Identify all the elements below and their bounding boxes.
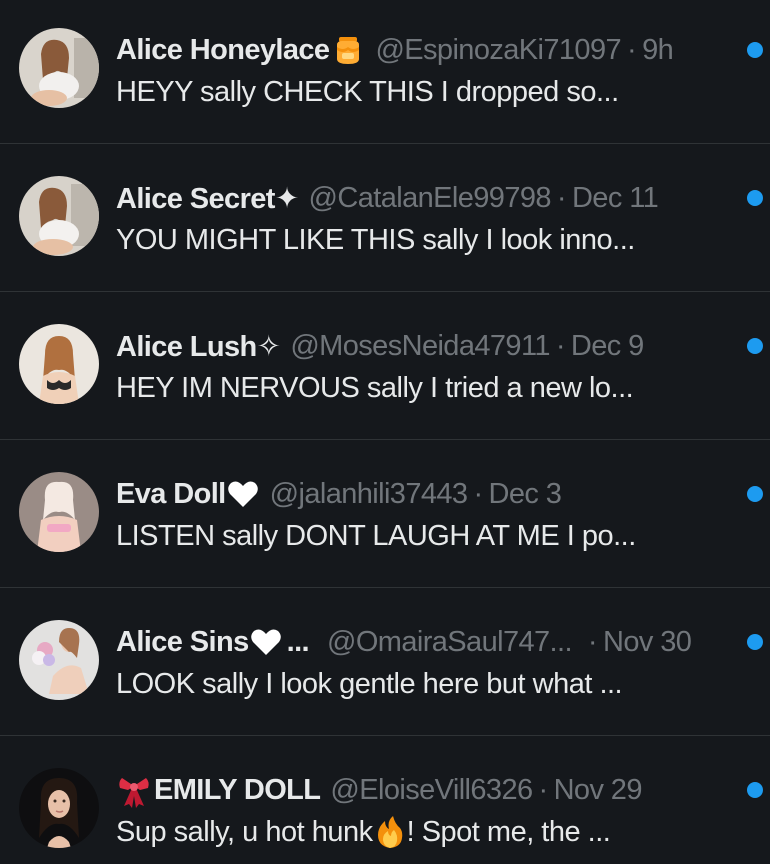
message-preview: HEYY sally CHECK THIS I dropped so... (116, 72, 730, 112)
conversation-header: EMILY DOLL @EloiseVill6326 · Nov 29 (116, 770, 730, 810)
message-preview: LOOK sally I look gentle here but what .… (116, 664, 730, 704)
user-handle: @MosesNeida47911 (290, 329, 550, 362)
display-name: Alice Honeylace (116, 33, 330, 66)
conversation-header: Alice Sins ... @OmairaSaul747... · Nov 3… (116, 622, 750, 662)
conversation-row[interactable]: Alice Secret✦ @CatalanEle99798 · Dec 11 … (0, 144, 770, 292)
message-preview-text-end: ! Spot me, the ... (406, 815, 611, 848)
unread-indicator (747, 42, 763, 58)
white-heart-icon (226, 477, 260, 511)
timestamp: Nov 29 (553, 773, 643, 806)
separator-dot: · (473, 477, 483, 510)
conversation-header: Alice Lush✧ @MosesNeida47911 · Dec 9 (116, 326, 730, 366)
unread-indicator (747, 634, 763, 650)
message-preview-text: HEY IM NERVOUS sally I tried a new lo... (116, 371, 634, 404)
conversation-header: Alice Honeylace @EspinozaKi71097 · 9h (116, 30, 730, 70)
conversation-header: Alice Secret✦ @CatalanEle99798 · Dec 11 (116, 178, 730, 218)
separator-dot: · (627, 33, 637, 66)
white-heart-icon (249, 625, 283, 659)
separator-dot: · (538, 773, 549, 806)
display-name: EMILY DOLL (154, 773, 321, 806)
separator-dot: · (556, 181, 567, 214)
user-handle: @jalanhili37443 (269, 477, 468, 510)
conversation-row[interactable]: Alice Honeylace @EspinozaKi71097 · 9h HE… (0, 0, 770, 144)
conversation-row[interactable]: Eva Doll @jalanhili37443 · Dec 3 LISTEN … (0, 440, 770, 588)
user-handle: @EspinozaKi71097 (375, 33, 622, 66)
user-handle: @CatalanEle99798 (308, 181, 552, 214)
unread-indicator (747, 486, 763, 502)
unread-indicator (747, 190, 763, 206)
user-handle: @EloiseVill6326 (330, 773, 533, 806)
display-name: Alice Lush✧ (116, 330, 281, 363)
avatar[interactable] (19, 768, 99, 848)
display-name-truncation: ... (286, 625, 310, 658)
message-preview-text: YOU MIGHT LIKE THIS sally I look inno... (116, 223, 635, 256)
timestamp: Dec 9 (570, 329, 644, 362)
separator-dot: · (555, 329, 566, 362)
unread-indicator (747, 782, 763, 798)
avatar[interactable] (19, 28, 99, 108)
avatar[interactable] (19, 324, 99, 404)
fire-icon (373, 815, 407, 849)
avatar[interactable] (19, 472, 99, 552)
conversation-row[interactable]: EMILY DOLL @EloiseVill6326 · Nov 29 Sup … (0, 736, 770, 864)
message-preview: LISTEN sally DONT LAUGH AT ME I po... (116, 516, 730, 556)
message-preview: HEY IM NERVOUS sally I tried a new lo... (116, 368, 730, 408)
message-preview-text: HEYY sally CHECK THIS I dropped so... (116, 75, 619, 108)
message-preview-text-start: Sup sally, u hot hunk (116, 815, 373, 848)
display-name: Eva Doll (116, 477, 226, 510)
display-name: Alice Sins (116, 625, 249, 658)
conversation-header: Eva Doll @jalanhili37443 · Dec 3 (116, 474, 730, 514)
timestamp: Nov 30 (602, 625, 692, 658)
timestamp: Dec 11 (571, 181, 659, 214)
conversation-row[interactable]: Alice Sins ... @OmairaSaul747... · Nov 3… (0, 588, 770, 736)
separator-dot: · (587, 625, 598, 658)
unread-indicator (747, 338, 763, 354)
timestamp: Dec 3 (488, 477, 562, 510)
display-name: Alice Secret✦ (116, 182, 299, 215)
avatar[interactable] (19, 620, 99, 700)
ribbon-icon (116, 772, 152, 808)
user-handle: @OmairaSaul747... (327, 625, 573, 658)
conversation-row[interactable]: Alice Lush✧ @MosesNeida47911 · Dec 9 HEY… (0, 292, 770, 440)
message-preview-text: LOOK sally I look gentle here but what .… (116, 667, 623, 700)
avatar[interactable] (19, 176, 99, 256)
message-preview-text: LISTEN sally DONT LAUGH AT ME I po... (116, 519, 636, 552)
conversation-list: Alice Honeylace @EspinozaKi71097 · 9h HE… (0, 0, 770, 864)
message-preview: Sup sally, u hot hunk ! Spot me, the ... (116, 812, 730, 852)
message-preview: YOU MIGHT LIKE THIS sally I look inno... (116, 220, 730, 260)
honey-pot-icon (331, 33, 365, 67)
timestamp: 9h (642, 33, 674, 66)
